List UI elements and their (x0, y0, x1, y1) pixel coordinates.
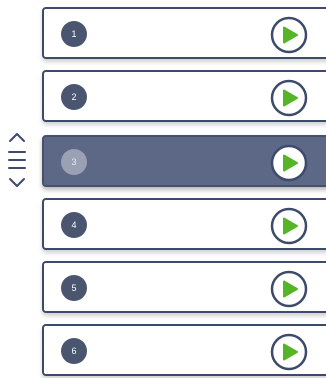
play-icon (270, 270, 308, 308)
reorder-handle-icon (8, 133, 26, 187)
item-number-badge: 2 (61, 84, 87, 110)
item-number-badge: 1 (61, 21, 87, 47)
play-button[interactable] (270, 270, 308, 308)
play-button[interactable] (270, 16, 308, 54)
play-icon (270, 207, 308, 245)
play-icon (270, 16, 308, 54)
list-item-selected[interactable]: 3 (42, 135, 326, 187)
list-item[interactable]: 6 (42, 324, 326, 376)
play-button[interactable] (270, 144, 308, 182)
play-icon (270, 144, 308, 182)
list-item[interactable]: 5 (42, 261, 326, 313)
item-number-badge: 6 (61, 338, 87, 364)
play-button[interactable] (270, 333, 308, 371)
play-button[interactable] (270, 207, 308, 245)
list-item[interactable]: 1 (42, 7, 326, 59)
play-icon (270, 333, 308, 371)
item-number-badge: 4 (61, 212, 87, 238)
play-icon (270, 79, 308, 117)
playlist: 1 2 3 4 5 6 (0, 0, 326, 378)
reorder-handle[interactable] (6, 131, 28, 191)
item-number-badge: 5 (61, 275, 87, 301)
list-item[interactable]: 4 (42, 198, 326, 250)
list-item[interactable]: 2 (42, 70, 326, 122)
item-number-badge: 3 (61, 149, 87, 175)
play-button[interactable] (270, 79, 308, 117)
